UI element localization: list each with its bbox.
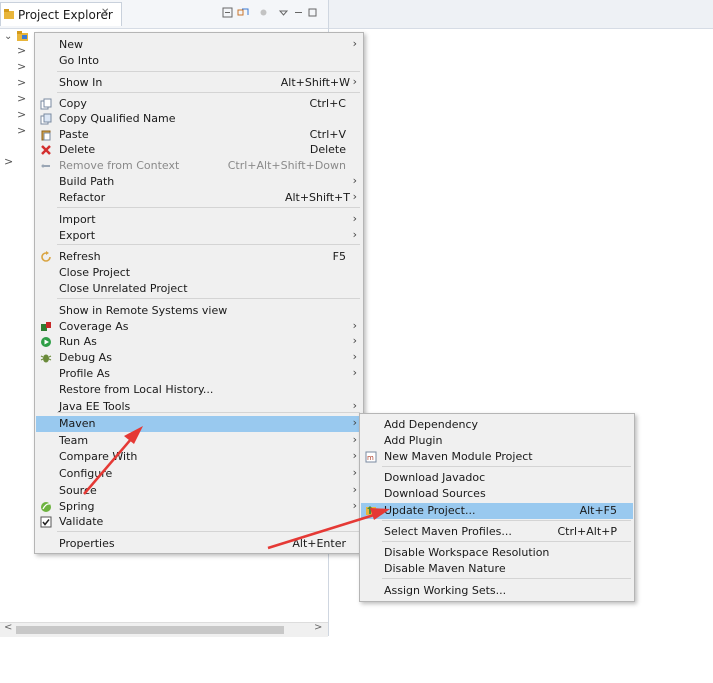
annotation-arrow-to-update-project [267, 508, 390, 550]
annotation-arrow-to-maven [83, 426, 143, 495]
annotation-arrows [83, 426, 390, 550]
